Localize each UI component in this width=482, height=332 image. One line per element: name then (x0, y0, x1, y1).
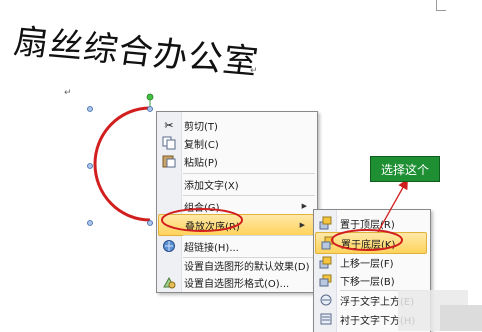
menu-item-add-text[interactable]: 添加文字(X) (157, 174, 315, 194)
menu-item-label: 超链接(H)... (184, 242, 239, 254)
callout-text: 选择这个 (380, 162, 429, 177)
bring-forward-icon (318, 254, 334, 270)
in-front-of-text-icon (318, 292, 334, 308)
word-art-text: 扇丝综合办公室 (11, 22, 261, 83)
submenu-arrow-icon: ▶ (301, 202, 307, 210)
paste-icon (161, 153, 177, 169)
menu-item-label: 上移一层(F) (340, 258, 394, 270)
menu-item-cut[interactable]: ✂ 剪切(T) (157, 115, 315, 135)
page-corner-mark (436, 0, 437, 10)
send-backward-icon (318, 272, 334, 288)
behind-text-icon (318, 311, 334, 327)
paragraph-mark: ↵ (64, 88, 72, 98)
submenu-item-bring-forward[interactable]: 上移一层(F) (314, 252, 428, 272)
context-menu: ✂ 剪切(T) 复制(C) 粘贴(P) 添加文字(X) 组合(G) ▶ 叠放次序… (156, 111, 318, 293)
menu-item-format-shape[interactable]: 设置自选图形格式(O)... (157, 272, 315, 292)
menu-item-hyperlink[interactable]: 超链接(H)... (157, 236, 315, 256)
menu-item-paste[interactable]: 粘贴(P) (157, 151, 315, 171)
format-shape-icon (161, 274, 177, 290)
annotation-ellipse (161, 208, 243, 232)
menu-item-label: 粘贴(P) (184, 157, 218, 169)
word-art-svg: 扇丝综合办公室 (11, 22, 261, 83)
menu-item-copy[interactable]: 复制(C) (157, 133, 315, 153)
menu-item-label: 下移一层(B) (340, 276, 395, 288)
annotation-callout: 选择这个 (370, 156, 440, 182)
scissors-icon: ✂ (164, 118, 174, 132)
menu-item-label: 设置自选图形的默认效果(D) (184, 261, 310, 273)
menu-item-label: 添加文字(X) (184, 180, 239, 192)
blurred-region (440, 305, 482, 331)
menu-item-label: 剪切(T) (184, 121, 218, 133)
page-corner-mark (436, 10, 446, 11)
menu-item-label: 设置自选图形格式(O)... (184, 278, 290, 290)
submenu-arrow-icon: ▶ (299, 221, 305, 229)
copy-icon (161, 135, 177, 151)
submenu-item-send-backward[interactable]: 下移一层(B) (314, 270, 428, 290)
paragraph-mark: ↵ (250, 66, 258, 76)
word-art-title[interactable]: 扇丝综合办公室 (11, 18, 261, 88)
hyperlink-icon (161, 238, 177, 254)
menu-item-label: 复制(C) (184, 139, 219, 151)
